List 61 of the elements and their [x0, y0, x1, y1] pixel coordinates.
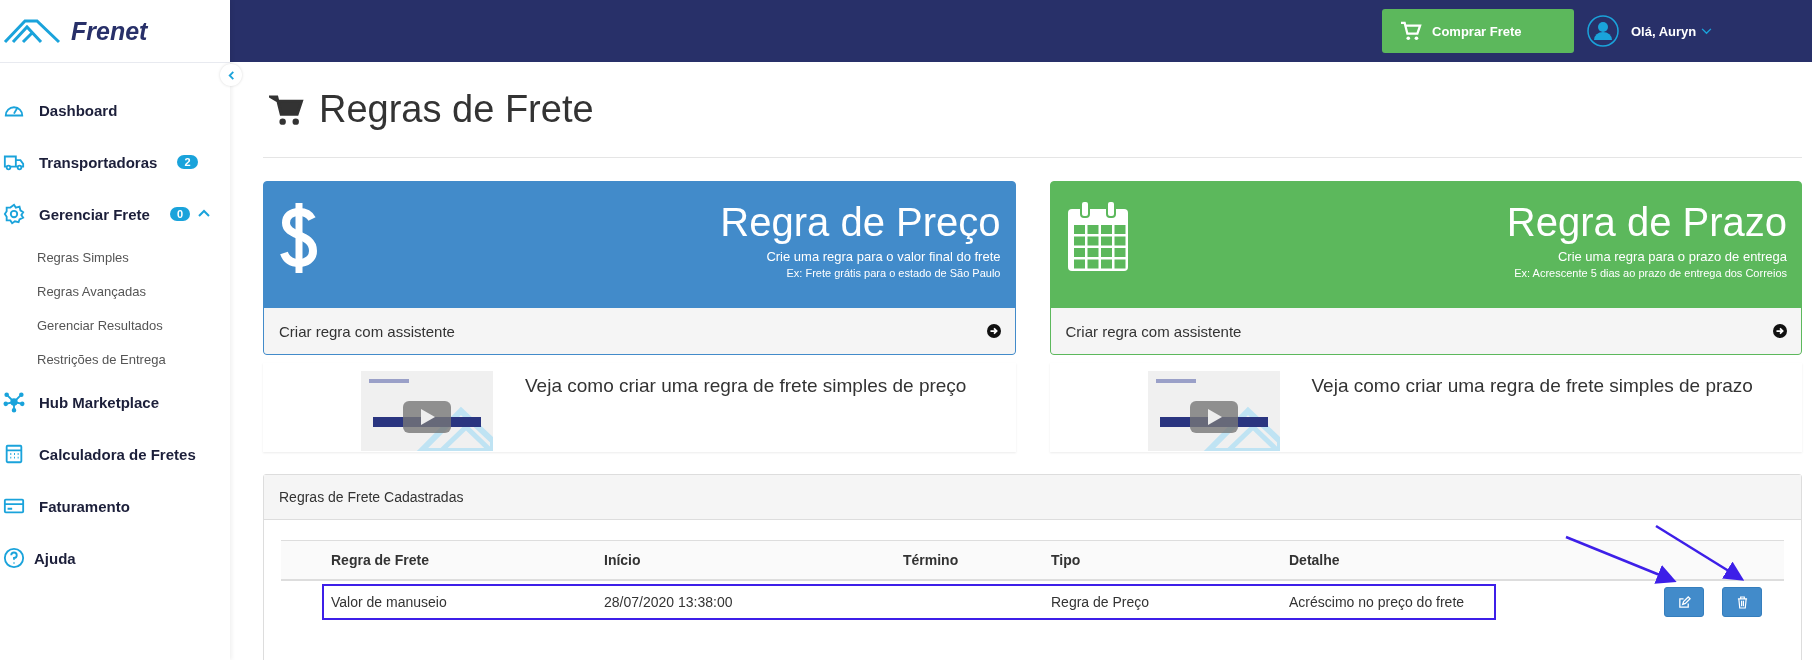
nav-item[interactable]: Faturamento [0, 480, 230, 532]
logo-text: Frenet [71, 16, 148, 46]
delete-button[interactable] [1722, 587, 1762, 617]
chevron-down-icon [1701, 27, 1713, 35]
nav-item[interactable]: Gerenciar Frete 0 [0, 188, 230, 240]
nav-item[interactable]: Transportadoras 2 [0, 136, 230, 188]
card-title: Regra de Preço [720, 199, 1001, 245]
nav-label: Hub Marketplace [39, 393, 160, 411]
table-cell-text: Valor de manuseio [331, 594, 448, 610]
table-cell-text: Regra de Preço [1051, 594, 1151, 610]
card-title: Regra de Prazo [1506, 199, 1787, 245]
cart-icon [1400, 21, 1422, 41]
submenu-item[interactable]: Regras Simples [0, 240, 230, 274]
submenu-item[interactable]: Regras Avançadas [0, 274, 230, 308]
arrow-circle-icon [1773, 324, 1787, 338]
nav-label: Calculadora de Fretes [39, 445, 196, 463]
table-cell-text: Acréscimo no preço do frete [1289, 594, 1466, 610]
nav-item[interactable]: Calculadora de Fretes [0, 428, 230, 480]
user-menu[interactable]: Olá, Auryn [1625, 22, 1719, 40]
card-subtitle: Crie uma regra para o valor final do frete [765, 249, 1001, 264]
video-caption: Veja como criar uma regra de frete simples de preço [525, 375, 967, 397]
nav-item[interactable]: Hub Marketplace [0, 376, 230, 428]
avatar-icon[interactable] [1587, 15, 1619, 47]
card-example: Ex: Frete grátis para o estado de São Paulo [785, 267, 1001, 279]
submenu-item[interactable]: Restrições de Entrega [0, 342, 230, 376]
video-caption: Veja como criar uma regra de frete simples de prazo [1311, 375, 1753, 397]
submenu-item[interactable]: Gerenciar Resultados [0, 308, 230, 342]
cart-icon [269, 93, 305, 126]
nav-label: Faturamento [39, 497, 130, 515]
wizard-link[interactable]: Criar regra com assistente [1050, 308, 1801, 354]
column-header: Regra de Frete [331, 552, 431, 568]
network-icon [3, 391, 25, 413]
nav-item[interactable]: Dashboard [0, 84, 230, 136]
arrow-circle-icon [986, 324, 1001, 338]
wizard-link[interactable]: Criar regra com assistente [264, 308, 1015, 354]
trash-icon [1736, 595, 1748, 609]
card-subtitle: Crie uma regra para o prazo de entrega [1556, 249, 1787, 264]
column-header: Início [604, 552, 642, 568]
nav-label: Transportadoras [39, 153, 158, 171]
chevron-left-icon [226, 70, 236, 80]
column-header: Término [903, 552, 960, 568]
page-title: Regras de Frete [319, 88, 594, 131]
gear-icon [3, 203, 25, 225]
nav-item[interactable]: Ajuda [0, 532, 230, 584]
column-header: Detalhe [1289, 552, 1341, 568]
edit-icon [1677, 595, 1691, 609]
collapse-button[interactable] [220, 64, 242, 86]
nav-label: Dashboard [39, 101, 118, 119]
logo-icon [3, 18, 63, 44]
panel-title: Regras de Frete Cadastradas [264, 475, 1801, 520]
card-example: Ex: Acrescente 5 dias ao prazo de entrega dos Correios [1513, 267, 1787, 279]
table-cell-text: 28/07/2020 13:38:00 [604, 594, 734, 610]
count-badge: 0 [169, 207, 190, 221]
calculator-icon [3, 443, 25, 465]
help-icon [3, 547, 25, 569]
nav-label: Gerenciar Frete [39, 205, 150, 223]
column-header: Tipo [1051, 552, 1082, 568]
calendar-icon [1065, 201, 1130, 273]
edit-button[interactable] [1664, 587, 1704, 617]
nav-label: Ajuda [34, 549, 76, 567]
count-badge: 2 [177, 155, 198, 169]
